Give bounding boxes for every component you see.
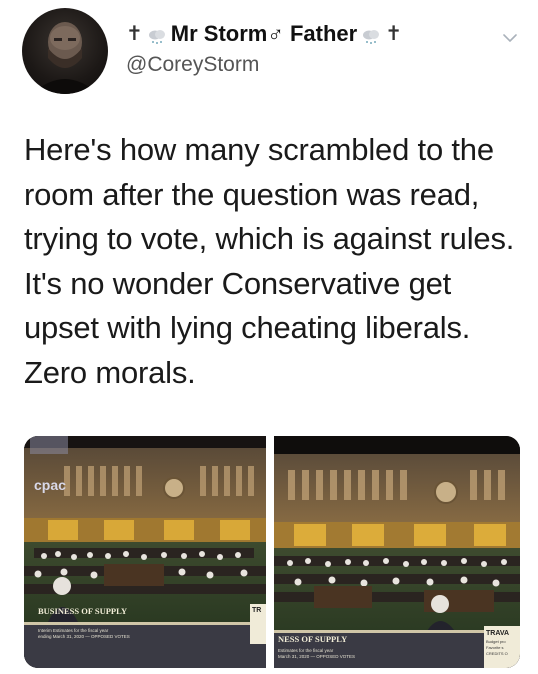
left-side-tag: TR: [252, 607, 261, 614]
cross-glyph-left: ✝: [126, 23, 143, 45]
chevron-down-icon[interactable]: [502, 30, 518, 46]
left-banner-title: BUSINESS OF SUPPLY: [38, 606, 127, 616]
display-name-text: Mr Storm♂ Father: [170, 21, 358, 46]
snow-cloud-icon: [361, 25, 381, 44]
tweet: ✝ Mr Storm♂ Father ✝ @CoreyStorm Here's …: [0, 0, 538, 674]
media-image-right[interactable]: NESS OF SUPPLY Estimates for the fiscal …: [274, 436, 520, 668]
left-banner-line1: Interim Estimates for the fiscal year: [38, 628, 109, 633]
media-image-left[interactable]: cpac BUSINESS OF SUPPLY Interim Estimate…: [24, 436, 266, 668]
tweet-media[interactable]: cpac BUSINESS OF SUPPLY Interim Estimate…: [24, 436, 520, 668]
tweet-text: Here's how many scrambled to the room af…: [24, 132, 515, 390]
avatar[interactable]: [22, 8, 108, 94]
right-side-line2: Favorite s: [486, 645, 504, 650]
author-names: ✝ Mr Storm♂ Father ✝ @CoreyStorm: [126, 20, 486, 80]
display-name[interactable]: ✝ Mr Storm♂ Father ✝: [126, 20, 486, 48]
right-side-tag: TRAVA: [486, 630, 509, 637]
left-banner-line2: ending March 31, 2020 — OPPOSED VOTES: [38, 634, 130, 639]
right-banner-title: NESS OF SUPPLY: [278, 634, 347, 644]
cross-glyph-right: ✝: [385, 23, 402, 45]
right-side-line3: CREDITS O: [486, 651, 508, 656]
snow-cloud-icon: [147, 25, 167, 44]
user-handle[interactable]: @CoreyStorm: [126, 50, 486, 80]
cpac-logo: cpac: [34, 477, 66, 493]
right-banner-line2: March 31, 2020 — OPPOSED VOTES: [278, 654, 355, 659]
tweet-header: ✝ Mr Storm♂ Father ✝ @CoreyStorm: [22, 8, 522, 98]
media-divider: [266, 436, 274, 668]
right-side-line1: Budget pro: [486, 639, 506, 644]
right-banner-line1: Estimates for the fiscal year: [278, 648, 334, 653]
